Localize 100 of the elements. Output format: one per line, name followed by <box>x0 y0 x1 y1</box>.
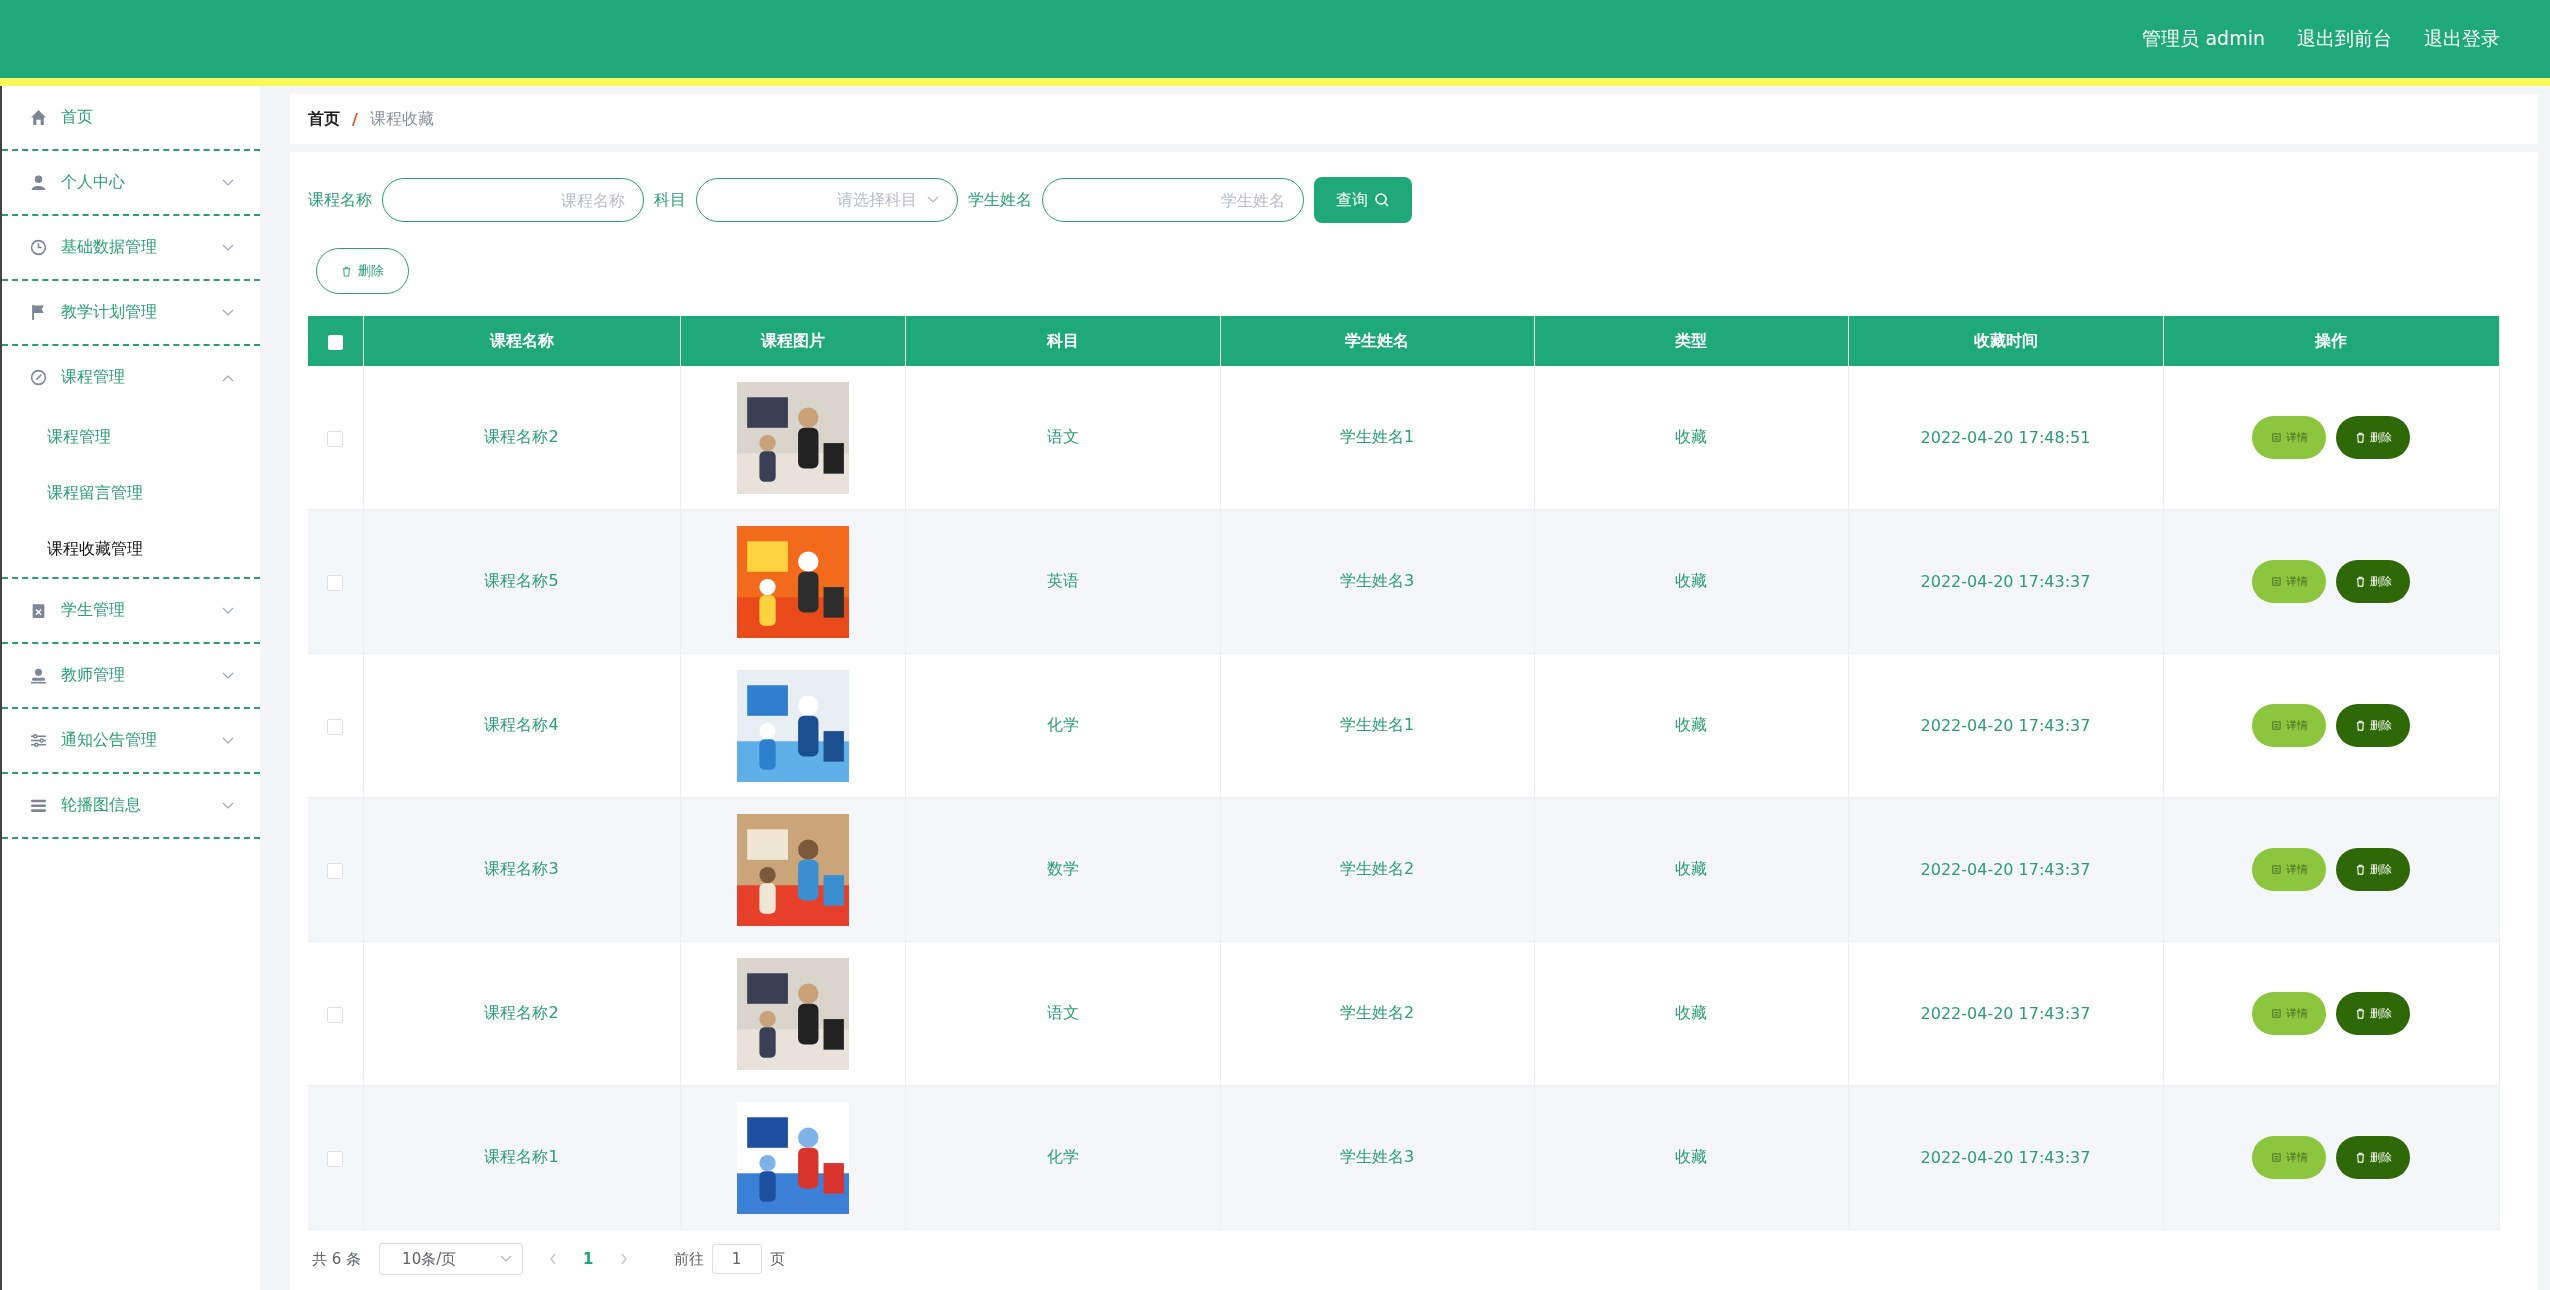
table-cell: 学生姓名3 <box>1339 1147 1415 1166</box>
details-button[interactable]: 详情 <box>2252 416 2327 459</box>
menu-item[interactable]: 轮播图信息 <box>2 774 260 837</box>
page-size-select[interactable]: 10条/页 <box>379 1243 524 1275</box>
table-cell: 课程名称3 <box>484 859 559 878</box>
column-header: 操作 <box>2315 330 2348 350</box>
row-checkbox[interactable] <box>327 862 344 879</box>
delete-button[interactable]: 删除 <box>2336 704 2411 747</box>
table-cell: 收藏 <box>1675 1147 1707 1166</box>
page-number[interactable]: 1 <box>583 1250 594 1268</box>
table-cell: 学生姓名1 <box>1339 427 1415 446</box>
table-cell: 学生姓名3 <box>1339 571 1415 590</box>
clipboard-icon <box>30 602 47 619</box>
table-cell: 课程名称2 <box>484 427 559 446</box>
delete-button[interactable]: 删除 <box>2336 560 2411 603</box>
table-cell: 收藏 <box>1675 1003 1707 1022</box>
table-cell: 学生姓名2 <box>1339 859 1415 878</box>
row-checkbox[interactable] <box>327 718 344 735</box>
details-button[interactable]: 详情 <box>2252 704 2327 747</box>
breadcrumb-item[interactable]: 首页 <box>308 108 340 130</box>
details-button[interactable]: 详情 <box>2252 848 2327 891</box>
goto-label: 前往 <box>673 1249 704 1269</box>
table-cell: 课程名称2 <box>484 1003 559 1022</box>
document-icon <box>2270 1152 2282 1163</box>
table-cell: 英语 <box>1046 571 1079 590</box>
menu-item[interactable]: 基础数据管理 <box>2 216 260 279</box>
menu-item[interactable]: 个人中心 <box>2 151 260 214</box>
column-header: 学生姓名 <box>1345 330 1409 350</box>
chevron-down-icon <box>500 1255 513 1263</box>
select-all-checkbox[interactable] <box>327 334 343 350</box>
table-cell: 数学 <box>1046 859 1079 878</box>
delete-button[interactable]: 删除 <box>2336 848 2411 891</box>
trash-icon <box>341 265 352 277</box>
clock-icon <box>30 239 47 256</box>
menu-item[interactable]: 教学计划管理 <box>2 281 260 344</box>
row-checkbox[interactable] <box>327 1006 344 1023</box>
table-cell: 收藏 <box>1675 859 1707 878</box>
details-button[interactable]: 详情 <box>2252 1136 2327 1179</box>
field-label: 课程名称 <box>308 189 372 211</box>
breadcrumb-item: 课程收藏 <box>369 108 434 130</box>
chevron-down-icon <box>927 196 939 204</box>
delete-button[interactable]: 删除 <box>2336 1136 2411 1179</box>
document-icon <box>2270 576 2282 587</box>
table-cell: 2022-04-20 17:43:37 <box>1920 1004 2091 1023</box>
page-input[interactable]: 1 <box>711 1244 762 1274</box>
column-header: 课程图片 <box>760 330 825 350</box>
table-cell: 课程名称5 <box>484 571 559 590</box>
field-label: 科目 <box>654 189 686 211</box>
table-cell: 课程名称1 <box>484 1147 559 1166</box>
column-header: 科目 <box>1046 330 1079 350</box>
header-link[interactable]: 退出登录 <box>2424 26 2500 52</box>
total-count: 共 6 条 <box>312 1249 362 1269</box>
delete-button[interactable]: 删除 <box>2336 992 2411 1035</box>
search-button[interactable]: 查询 <box>1314 177 1412 223</box>
search-field[interactable]: 学生姓名 <box>1042 178 1304 222</box>
table-cell: 语文 <box>1046 1003 1079 1022</box>
table-cell: 学生姓名2 <box>1339 1003 1415 1022</box>
admin-label: 管理员 admin <box>2142 26 2265 51</box>
sliders-icon <box>30 732 47 749</box>
row-checkbox[interactable] <box>327 1150 344 1167</box>
details-button[interactable]: 详情 <box>2252 560 2327 603</box>
menu-item[interactable]: 通知公告管理 <box>2 709 260 772</box>
menu-item[interactable]: 课程管理 <box>2 346 260 409</box>
table-cell: 语文 <box>1046 427 1079 446</box>
trash-icon <box>2354 432 2366 443</box>
person-icon <box>30 667 47 684</box>
table-cell: 化学 <box>1046 1147 1079 1166</box>
previous-page-icon[interactable] <box>549 1253 558 1265</box>
search-field[interactable]: 课程名称 <box>382 178 644 222</box>
delete-button[interactable]: 删除 <box>2336 416 2411 459</box>
user-icon <box>30 174 47 191</box>
column-header: 课程名称 <box>489 330 554 350</box>
details-button[interactable]: 详情 <box>2252 992 2327 1035</box>
submenu-item[interactable]: 课程管理 <box>2 409 260 465</box>
trash-icon <box>2354 720 2366 731</box>
document-icon <box>2270 864 2282 875</box>
menu-item[interactable]: 教师管理 <box>2 644 260 707</box>
column-header: 收藏时间 <box>1973 330 2038 350</box>
document-icon <box>2270 432 2282 443</box>
row-checkbox[interactable] <box>327 430 344 447</box>
delete-button[interactable]: 删除 <box>316 248 409 294</box>
table-cell: 2022-04-20 17:43:37 <box>1920 1148 2091 1167</box>
submenu-item[interactable]: 课程留言管理 <box>2 465 260 521</box>
menu-item[interactable]: 首页 <box>2 86 260 149</box>
subject-select[interactable]: 请选择科目 <box>696 178 958 222</box>
table-cell: 收藏 <box>1675 571 1707 590</box>
table-cell: 收藏 <box>1675 427 1707 446</box>
menu-item[interactable]: 学生管理 <box>2 579 260 642</box>
table-cell: 2022-04-20 17:43:37 <box>1920 860 2091 879</box>
document-icon <box>2270 720 2282 731</box>
breadcrumb-separator: / <box>352 109 358 129</box>
header-link[interactable]: 退出到前台 <box>2297 26 2392 52</box>
home-icon <box>30 109 47 126</box>
next-page-icon[interactable] <box>619 1253 628 1265</box>
submenu-item[interactable]: 课程收藏管理 <box>2 521 260 577</box>
document-icon <box>2270 1008 2282 1019</box>
trash-icon <box>2354 1008 2366 1019</box>
row-checkbox[interactable] <box>327 574 344 591</box>
list-icon <box>30 797 47 814</box>
table-cell: 2022-04-20 17:48:51 <box>1920 428 2091 447</box>
